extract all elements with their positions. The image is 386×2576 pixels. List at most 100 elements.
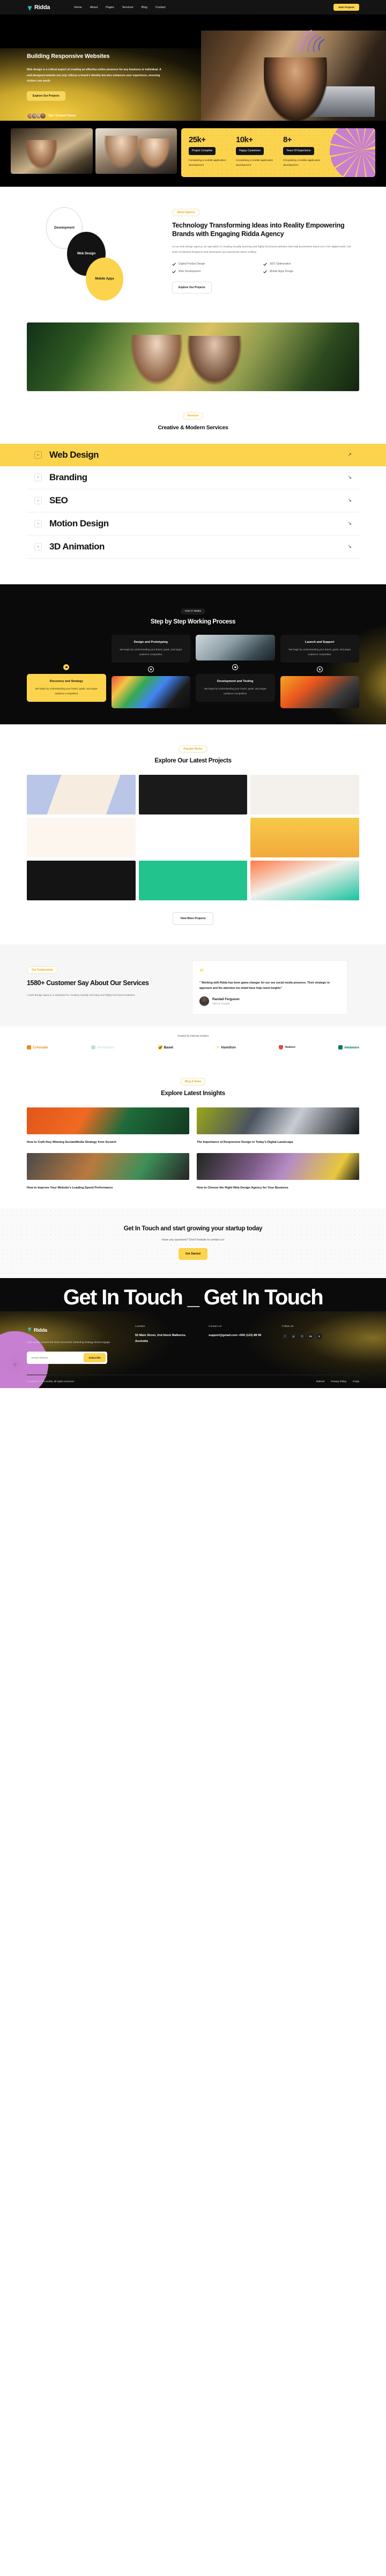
brand-label: Hamilton <box>221 1045 236 1050</box>
service-number: 02 <box>34 473 42 481</box>
get-started-button[interactable]: Get Started <box>179 1248 207 1260</box>
hero-section: Building Responsive Websites Web design … <box>0 14 386 121</box>
project-tile[interactable] <box>27 818 136 858</box>
blog-title[interactable]: How to Choose the Right Web Design Agenc… <box>197 1185 359 1191</box>
service-row-motion-design[interactable]: 04 Motion Design ↘ <box>27 512 359 535</box>
blog-card[interactable]: The Importance of Responsive Design in T… <box>197 1107 359 1146</box>
step-image <box>111 676 190 709</box>
service-row-web-design[interactable]: 01 Web Design ↗ <box>0 443 386 466</box>
project-tile[interactable] <box>250 818 359 858</box>
arrow-down-right-icon[interactable]: ↘ <box>347 497 352 503</box>
check-label: Mobile Apps Design <box>270 270 294 274</box>
step-title: Development and Testing <box>217 679 254 683</box>
blog-card[interactable]: How to Choose the Right Web Design Agenc… <box>197 1153 359 1191</box>
facebook-icon[interactable]: f <box>282 1333 288 1340</box>
cta-section: Get In Touch and start growing your star… <box>0 1208 386 1279</box>
step-desc: We begin by understanding your brand, go… <box>204 687 266 695</box>
service-row-3d-animation[interactable]: 05 3D Animation ↘ <box>27 535 359 559</box>
step-title: Design and Prototyping <box>133 640 168 644</box>
hero-content: Building Responsive Websites Web design … <box>27 53 188 120</box>
footer-location-title: Location <box>135 1325 145 1329</box>
nav-item-home[interactable]: Home <box>74 6 82 9</box>
about-explore-button[interactable]: Explore Our Projects <box>172 281 212 293</box>
project-tile[interactable] <box>250 861 359 901</box>
arrow-down-right-icon[interactable]: ↘ <box>347 474 352 480</box>
step-card: Design and Prototyping We begin by under… <box>111 634 190 663</box>
blog-section: Blog & News Explore Latest Insights How … <box>0 1061 386 1208</box>
testimonial-author: Randall Ferguson <box>212 997 240 1001</box>
blog-title[interactable]: How to Craft they Winning SocialsMedia S… <box>27 1140 189 1146</box>
step-title: Discovery and Strategy <box>49 679 83 683</box>
nav-item-services[interactable]: Services <box>122 6 133 9</box>
check-label: Digital Product Design <box>179 262 205 266</box>
project-tile[interactable] <box>250 775 359 815</box>
project-tile[interactable] <box>138 818 248 858</box>
testimonials-pill: Out Testimonials <box>27 966 58 974</box>
hero-explore-button[interactable]: Explore Our Projects <box>27 91 65 101</box>
start-projects-button[interactable]: Start Projects <box>333 4 359 11</box>
nav-item-contact[interactable]: Contact <box>155 6 166 9</box>
dribbble-icon[interactable]: Ⓢ <box>299 1333 305 1340</box>
blog-title[interactable]: How to Improve Your Website's Loading Sp… <box>27 1185 189 1191</box>
footer-location: Location 55 Main Street, 2nd block Malbo… <box>135 1325 197 1364</box>
projects-pill: Popular Works <box>179 745 207 753</box>
view-more-projects-button[interactable]: View More Projects <box>173 912 213 926</box>
logo[interactable]: Ridda <box>27 4 50 11</box>
arrow-down-right-icon[interactable]: ↘ <box>347 520 352 526</box>
stat-desc: Completing a mobile application developm… <box>189 159 226 167</box>
subscribe-button[interactable]: Subscribe <box>84 1353 106 1362</box>
brand-logo-hudson: Hudson <box>279 1045 295 1050</box>
services-section: Services Creative & Modern Services 01 W… <box>0 391 386 584</box>
footer-contact-value: support@gmail.com +000 (123) 88 99 <box>209 1334 262 1338</box>
project-tile[interactable] <box>138 861 248 901</box>
service-row-branding[interactable]: 02 Branding ↘ <box>27 466 359 489</box>
quote-icon: “ <box>199 966 204 977</box>
arrow-down-right-icon[interactable]: ↘ <box>347 544 352 549</box>
linkedin-icon[interactable]: in <box>316 1333 322 1340</box>
nav-item-blog[interactable]: Blog <box>142 6 147 9</box>
check-icon <box>263 262 267 266</box>
ridda-logo-icon <box>27 1325 32 1335</box>
check-label: SEO Optimization <box>270 262 291 266</box>
process-step-1: Discovery and Strategy We begin by under… <box>27 635 106 708</box>
email-input[interactable] <box>28 1353 84 1362</box>
blog-image <box>27 1153 189 1180</box>
cta-paragraph: Have any questions? Don't hesitate to co… <box>161 1238 225 1242</box>
brand-logo-colorado: Colorado <box>27 1045 48 1050</box>
instagram-icon[interactable]: ◎ <box>291 1333 296 1340</box>
step-dot-active <box>63 664 70 670</box>
step-image <box>196 634 275 660</box>
stats-card: 25k+ Project Complete Completing a mobil… <box>181 128 375 177</box>
site-footer: Ridda High-quality content the heart suc… <box>0 1311 386 1388</box>
brand-label: Basel <box>164 1045 173 1050</box>
blog-card[interactable]: How to Craft they Winning SocialsMedia S… <box>27 1107 189 1146</box>
delaware-icon <box>338 1045 343 1050</box>
nav-item-about[interactable]: About <box>90 6 98 9</box>
nav-item-pages[interactable]: Pages <box>106 6 114 9</box>
footer-logo[interactable]: Ridda <box>27 1325 123 1335</box>
behance-icon[interactable]: Be <box>308 1333 314 1340</box>
arrow-up-right-icon[interactable]: ↗ <box>347 452 352 458</box>
stats-photos <box>11 128 177 177</box>
service-name: Web Design <box>49 449 99 460</box>
project-tile[interactable] <box>27 861 136 901</box>
step-desc: We begin by understanding your brand, go… <box>35 687 98 695</box>
footer-link-privacy[interactable]: Privacy Policy <box>331 1380 346 1383</box>
service-row-seo[interactable]: 03 SEO ↘ <box>27 489 359 512</box>
stat-chip: Years Of Experience <box>283 147 314 155</box>
blog-title[interactable]: The Importance of Responsive Design in T… <box>197 1140 359 1146</box>
footer-link-refund[interactable]: Refund <box>316 1380 324 1383</box>
process-step-4: Launch and Support We begin by understan… <box>280 634 359 709</box>
project-tile[interactable] <box>27 775 136 815</box>
stat-number: 8+ <box>283 135 292 144</box>
blog-card[interactable]: How to Improve Your Website's Loading Sp… <box>27 1153 189 1191</box>
projects-grid <box>27 775 359 901</box>
step-card: Launch and Support We begin by understan… <box>280 634 359 663</box>
process-step-2: Design and Prototyping We begin by under… <box>111 634 190 709</box>
testimonials-section: Out Testimonials 1580+ Customer Say Abou… <box>0 944 386 1027</box>
project-tile[interactable] <box>138 775 248 815</box>
about-bubble-diagram: Development Web Design Mobile Apps <box>27 204 164 309</box>
brand-logo-hamilton: ✦ Hamilton <box>216 1045 236 1050</box>
check-item: Web Development <box>172 270 263 274</box>
footer-link-faqs[interactable]: FAQs <box>353 1380 359 1383</box>
